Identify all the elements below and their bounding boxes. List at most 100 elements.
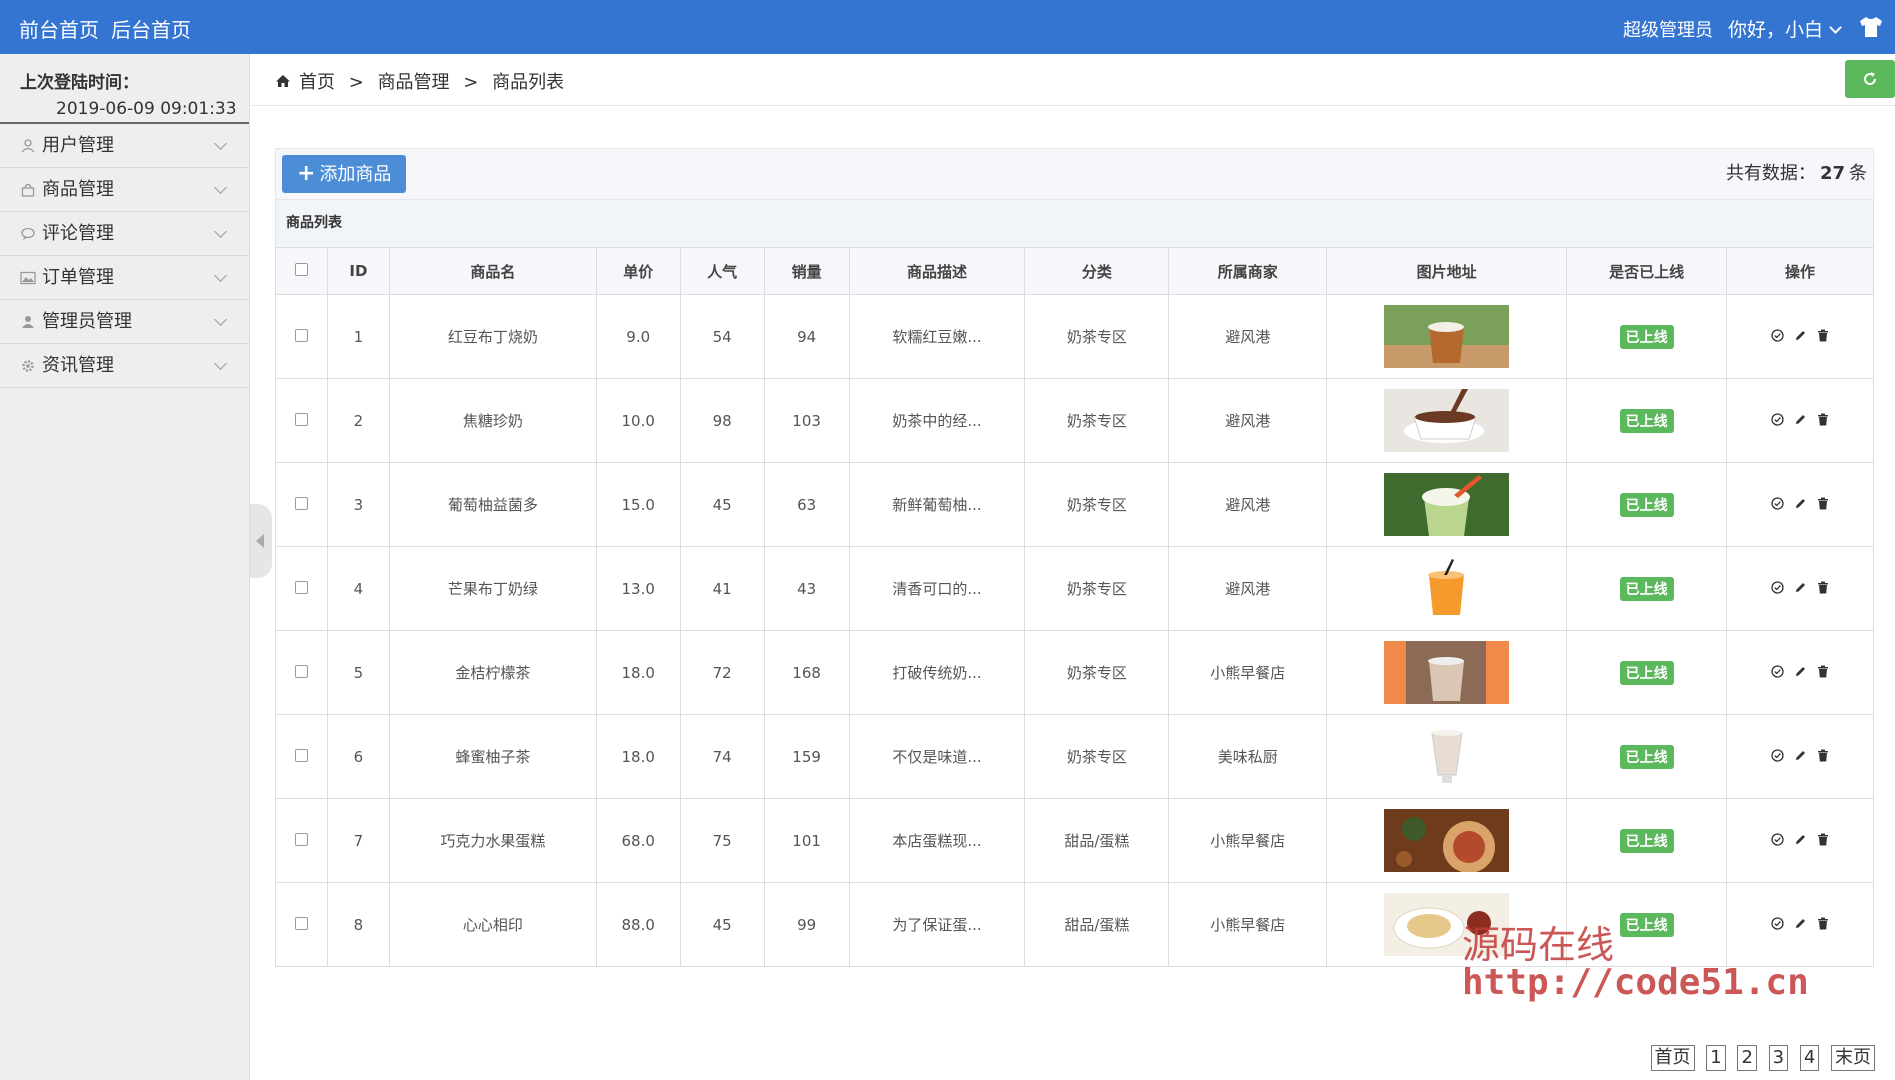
chevron-down-icon — [214, 313, 227, 326]
cell-image — [1326, 378, 1568, 463]
cell-shop: 小熊早餐店 — [1168, 882, 1328, 967]
page-number[interactable]: 3 — [1768, 1045, 1789, 1071]
status-badge: 已上线 — [1619, 912, 1674, 937]
trash-icon[interactable] — [1817, 580, 1829, 598]
sidebar-item-admins[interactable]: 管理员管理 — [0, 300, 249, 344]
trash-icon[interactable] — [1817, 916, 1829, 934]
sidebar-item-label: 资讯管理 — [42, 355, 114, 376]
product-thumbnail — [1384, 473, 1510, 536]
row-checkbox[interactable] — [294, 832, 308, 846]
check-circle-icon[interactable] — [1771, 496, 1784, 514]
refresh-button[interactable] — [1845, 60, 1895, 98]
check-circle-icon[interactable] — [1771, 832, 1784, 850]
cell-popularity: 45 — [679, 882, 765, 967]
trash-icon[interactable] — [1817, 748, 1829, 766]
row-checkbox[interactable] — [294, 328, 308, 342]
breadcrumb-home[interactable]: 首页 — [299, 72, 335, 93]
table-row[interactable]: 7 巧克力水果蛋糕 68.0 75 101 本店蛋糕现... 甜品/蛋糕 小熊早餐店 已上线 — [275, 798, 1874, 883]
sidebar-item-goods[interactable]: 商品管理 — [0, 168, 249, 212]
row-checkbox[interactable] — [294, 664, 308, 678]
cell-name: 心心相印 — [388, 882, 597, 967]
cell-category: 奶茶专区 — [1024, 714, 1170, 799]
sidebar-item-comments[interactable]: 评论管理 — [0, 212, 249, 256]
row-checkbox[interactable] — [294, 916, 308, 930]
page-last[interactable]: 末页 — [1831, 1045, 1875, 1071]
cell-sales: 99 — [763, 882, 850, 967]
cell-status: 已上线 — [1566, 546, 1728, 631]
cell-name: 葡萄柚益菌多 — [388, 462, 597, 547]
row-checkbox[interactable] — [294, 412, 308, 426]
row-checkbox[interactable] — [294, 748, 308, 762]
total-count: 共有数据： 27 条 — [1726, 159, 1867, 185]
table-row[interactable]: 4 芒果布丁奶绿 13.0 41 43 清香可口的... 奶茶专区 避风港 已上线 — [275, 546, 1874, 631]
cell-status: 已上线 — [1566, 630, 1728, 715]
pencil-icon[interactable] — [1794, 412, 1807, 430]
check-circle-icon[interactable] — [1771, 664, 1784, 682]
user-greeting-dropdown[interactable]: 你好，小白 — [1728, 15, 1842, 42]
pencil-icon[interactable] — [1794, 328, 1807, 346]
check-circle-icon[interactable] — [1771, 412, 1784, 430]
pencil-icon[interactable] — [1794, 580, 1807, 598]
cell-actions — [1726, 462, 1874, 547]
cell-sales: 63 — [763, 462, 850, 547]
check-circle-icon[interactable] — [1771, 580, 1784, 598]
column-header: 是否已上线 — [1566, 247, 1728, 295]
trash-icon[interactable] — [1817, 328, 1829, 346]
check-circle-icon[interactable] — [1771, 748, 1784, 766]
pencil-icon[interactable] — [1794, 496, 1807, 514]
sidebar-item-news[interactable]: 资讯管理 — [0, 344, 249, 388]
cell-description: 为了保证蛋... — [848, 882, 1026, 967]
product-thumbnail — [1384, 557, 1510, 620]
select-all-checkbox[interactable] — [294, 263, 308, 276]
sidebar-item-orders[interactable]: 订单管理 — [0, 256, 249, 300]
breadcrumb-goods[interactable]: 商品管理 — [378, 72, 450, 93]
trash-icon[interactable] — [1817, 832, 1829, 850]
check-circle-icon[interactable] — [1771, 916, 1784, 934]
product-thumbnail — [1384, 809, 1510, 872]
trash-icon[interactable] — [1817, 412, 1829, 430]
pencil-icon[interactable] — [1794, 664, 1807, 682]
table-row[interactable]: 1 红豆布丁烧奶 9.0 54 94 软糯红豆嫩... 奶茶专区 避风港 已上线 — [275, 294, 1874, 379]
caret-left-icon — [256, 534, 264, 548]
table-row[interactable]: 5 金桔柠檬茶 18.0 72 168 打破传统奶... 奶茶专区 小熊早餐店 已上线 — [275, 630, 1874, 715]
column-header: 人气 — [679, 247, 765, 295]
page-number[interactable]: 1 — [1706, 1045, 1726, 1071]
refresh-icon — [1864, 72, 1877, 85]
product-thumbnail — [1384, 305, 1510, 368]
back-home-link[interactable]: 后台首页 — [111, 14, 191, 43]
pencil-icon[interactable] — [1794, 832, 1807, 850]
trash-icon[interactable] — [1817, 496, 1829, 514]
shirt-icon[interactable] — [1859, 16, 1883, 38]
cell-category: 奶茶专区 — [1024, 462, 1170, 547]
page-number[interactable]: 2 — [1737, 1045, 1757, 1071]
trash-icon[interactable] — [1817, 664, 1829, 682]
status-badge: 已上线 — [1619, 744, 1674, 769]
row-checkbox[interactable] — [294, 496, 308, 510]
add-goods-button[interactable]: + 添加商品 — [282, 155, 407, 193]
column-header: 所属商家 — [1168, 247, 1328, 295]
list-title: 商品列表 — [275, 200, 1874, 247]
chevron-down-icon — [214, 181, 227, 194]
cell-price: 18.0 — [595, 630, 681, 715]
pencil-icon[interactable] — [1794, 916, 1807, 934]
table-row[interactable]: 6 蜂蜜柚子茶 18.0 74 159 不仅是味道... 奶茶专区 美味私厨 已上线 — [275, 714, 1874, 799]
table-row[interactable]: 8 心心相印 88.0 45 99 为了保证蛋... 甜品/蛋糕 小熊早餐店 已上线 — [275, 882, 1874, 967]
page-number[interactable]: 4 — [1799, 1045, 1820, 1071]
check-circle-icon[interactable] — [1771, 328, 1784, 346]
bag-icon — [20, 183, 36, 197]
table-row[interactable]: 2 焦糖珍奶 10.0 98 103 奶茶中的经... 奶茶专区 避风港 已上线 — [275, 378, 1874, 463]
pencil-icon[interactable] — [1794, 748, 1807, 766]
table-row[interactable]: 3 葡萄柚益菌多 15.0 45 63 新鲜葡萄柚... 奶茶专区 避风港 已上线 — [275, 462, 1874, 547]
sidebar-item-users[interactable]: 用户管理 — [0, 124, 249, 168]
cell-category: 奶茶专区 — [1024, 294, 1170, 379]
page-first[interactable]: 首页 — [1650, 1045, 1695, 1071]
cell-popularity: 45 — [679, 462, 765, 547]
cell-name: 芒果布丁奶绿 — [388, 546, 597, 631]
sidebar-item-label: 用户管理 — [42, 135, 114, 156]
cell-price: 68.0 — [595, 798, 681, 883]
row-checkbox[interactable] — [294, 580, 308, 594]
cell-sales: 103 — [763, 378, 850, 463]
cell-shop: 避风港 — [1168, 546, 1328, 631]
sidebar-collapse-handle[interactable] — [250, 504, 272, 578]
front-home-link[interactable]: 前台首页 — [19, 14, 99, 43]
